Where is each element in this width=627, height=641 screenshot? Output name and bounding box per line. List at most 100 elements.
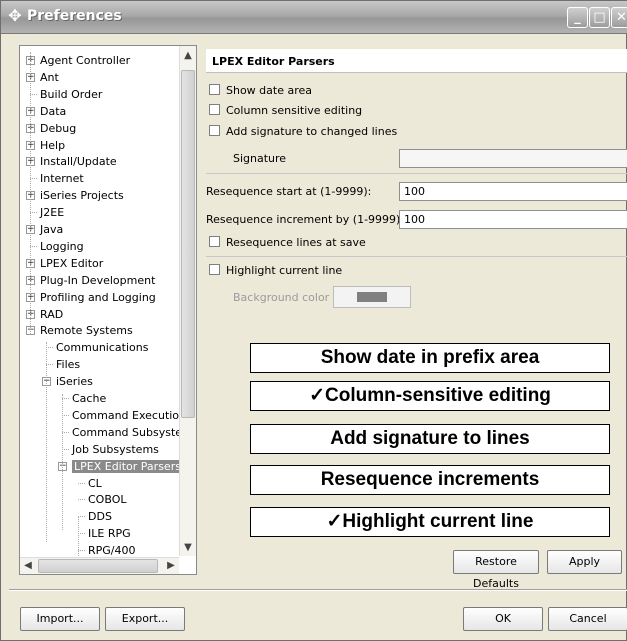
tree-item[interactable]: Help bbox=[40, 137, 65, 154]
scroll-right-icon[interactable]: ▶ bbox=[163, 558, 179, 574]
column-sensitive-checkbox[interactable]: Column sensitive editing bbox=[209, 103, 362, 119]
maximize-button[interactable]: □ bbox=[589, 7, 610, 28]
tree-item[interactable]: Ant bbox=[40, 69, 59, 86]
tree-item-label: Plug-In Development bbox=[40, 273, 156, 287]
tree-item-label: Java bbox=[40, 223, 64, 236]
tree-item-label: iSeries Projects bbox=[40, 189, 124, 203]
export-button[interactable]: Export... bbox=[105, 607, 185, 631]
vertical-scroll-thumb[interactable] bbox=[181, 70, 195, 418]
tree-connector bbox=[46, 364, 53, 366]
tree-item[interactable]: Build Order bbox=[40, 86, 102, 103]
tree-item-label: Job Subsystems bbox=[72, 442, 159, 456]
signature-field[interactable] bbox=[399, 149, 627, 168]
resequence-at-save-label: Resequence lines at save bbox=[226, 236, 366, 249]
add-signature-checkbox[interactable]: Add signature to changed lines bbox=[209, 124, 397, 140]
tree-connector bbox=[62, 448, 69, 450]
tree-item[interactable]: Debug bbox=[40, 120, 76, 137]
tree-item[interactable]: Agent Controller bbox=[40, 52, 130, 69]
tree-item[interactable]: ILE RPG bbox=[88, 525, 131, 542]
scroll-down-icon[interactable]: ▼ bbox=[180, 540, 196, 556]
tree-item[interactable]: LPEX Editor Parsers bbox=[72, 458, 183, 475]
page-header: LPEX Editor Parsers bbox=[206, 49, 627, 73]
color-swatch bbox=[357, 292, 387, 302]
maximize-icon: □ bbox=[593, 10, 606, 25]
tree-item-label: Install/Update bbox=[40, 155, 117, 169]
scroll-up-icon[interactable]: ▲ bbox=[180, 48, 196, 64]
tree-item[interactable]: Cache bbox=[72, 390, 106, 407]
resequence-at-save-checkbox[interactable]: Resequence lines at save bbox=[209, 235, 366, 251]
tree-item-label: Logging bbox=[40, 239, 84, 253]
tree-horizontal-scrollbar[interactable]: ◀ ▶ bbox=[20, 557, 179, 574]
tree-item[interactable]: Job Subsystems bbox=[72, 441, 159, 458]
minimize-button[interactable]: _ bbox=[567, 7, 588, 28]
tree-item[interactable]: COBOL bbox=[88, 491, 126, 508]
tree-item-label: Data bbox=[40, 104, 67, 118]
tree-item[interactable]: Install/Update bbox=[40, 153, 117, 170]
close-icon: ✕ bbox=[616, 10, 627, 25]
checkbox-icon bbox=[209, 125, 220, 136]
tree-item-label: Cache bbox=[72, 392, 107, 405]
tree-item[interactable]: CL bbox=[88, 475, 102, 492]
tree-item-label: CL bbox=[88, 476, 102, 490]
tree-item[interactable]: Files bbox=[56, 356, 80, 373]
show-date-area-checkbox[interactable]: Show date area bbox=[209, 83, 312, 99]
restore-defaults-button[interactable]: Restore Defaults bbox=[453, 550, 539, 590]
scroll-left-icon[interactable]: ◀ bbox=[20, 558, 36, 574]
resequence-increment-field[interactable]: 100 bbox=[399, 210, 627, 229]
tree-connector bbox=[62, 398, 69, 399]
tree-item[interactable]: Internet bbox=[40, 170, 84, 187]
tree-connector bbox=[78, 499, 85, 501]
divider bbox=[206, 173, 627, 174]
tree-connector bbox=[62, 414, 69, 416]
callout-resequence: Resequence increments bbox=[250, 465, 610, 495]
tree-vertical-scrollbar[interactable]: ▲ ▼ bbox=[179, 46, 196, 556]
tree-guide-line bbox=[30, 52, 31, 334]
resequence-increment-label: Resequence increment by (1-9999): bbox=[206, 213, 405, 226]
preferences-window: ✥ Preferences _ □ ✕ Agent Controller + Ant… bbox=[0, 0, 627, 641]
tree-item-label: Profiling and Logging bbox=[40, 290, 156, 304]
column-sensitive-label: Column sensitive editing bbox=[226, 104, 363, 117]
resequence-start-label: Resequence start at (1-9999): bbox=[206, 185, 372, 198]
minimize-icon: _ bbox=[574, 10, 581, 25]
preferences-tree[interactable]: Agent Controller + Ant + Build Order Data + Deb… bbox=[19, 45, 197, 575]
tree-item-label: J2EE bbox=[40, 206, 65, 220]
tree-item[interactable]: Communications bbox=[56, 339, 148, 356]
tree-item[interactable]: Command Executio bbox=[72, 407, 179, 424]
tree-item[interactable]: Java bbox=[40, 221, 63, 238]
tree-item-label: Ant bbox=[40, 70, 59, 84]
tree-item[interactable]: Command Subsyste bbox=[72, 424, 182, 441]
callout-add-signature: Add signature to lines bbox=[250, 424, 610, 454]
tree-item-label: Command Subsyste bbox=[72, 425, 183, 439]
cancel-button[interactable]: Cancel bbox=[548, 607, 627, 631]
page-title: LPEX Editor Parsers bbox=[212, 55, 335, 68]
resequence-start-field[interactable]: 100 bbox=[399, 182, 627, 201]
tree-item[interactable]: iSeries bbox=[56, 373, 93, 390]
tree-item[interactable]: DDS bbox=[88, 508, 112, 525]
tree-item[interactable]: J2EE bbox=[40, 204, 64, 221]
import-button[interactable]: Import... bbox=[20, 607, 100, 631]
tree-item[interactable]: Profiling and Logging bbox=[40, 289, 156, 306]
callout-show-date: Show date in prefix area bbox=[250, 343, 610, 373]
tree-connector bbox=[30, 245, 37, 247]
tree-connector bbox=[78, 516, 85, 518]
preference-page: LPEX Editor Parsers Show date area Colum… bbox=[206, 45, 627, 585]
background-color-label: Background color bbox=[233, 291, 330, 304]
background-color-button[interactable] bbox=[333, 286, 411, 308]
signature-label: Signature bbox=[233, 152, 287, 165]
highlight-current-line-checkbox[interactable]: Highlight current line bbox=[209, 263, 342, 279]
tree-item[interactable]: Plug-In Development bbox=[40, 272, 155, 289]
apply-button[interactable]: Apply bbox=[547, 550, 622, 574]
tree-item[interactable]: Remote Systems bbox=[40, 322, 133, 339]
tree-item[interactable]: iSeries Projects bbox=[40, 187, 124, 204]
highlight-current-line-label: Highlight current line bbox=[226, 264, 343, 277]
close-button[interactable]: ✕ bbox=[611, 7, 627, 28]
tree-item[interactable]: LPEX Editor bbox=[40, 255, 103, 272]
callout-column-sensitive: ✓Column-sensitive editing bbox=[250, 381, 610, 411]
tree-item[interactable]: Logging bbox=[40, 238, 84, 255]
tree-item[interactable]: Data bbox=[40, 103, 66, 120]
horizontal-scroll-thumb[interactable] bbox=[38, 559, 158, 573]
title-bar[interactable]: ✥ Preferences _ □ ✕ bbox=[1, 1, 627, 34]
checkbox-icon bbox=[209, 236, 220, 247]
tree-item[interactable]: RAD bbox=[40, 306, 63, 323]
ok-button[interactable]: OK bbox=[463, 607, 543, 631]
